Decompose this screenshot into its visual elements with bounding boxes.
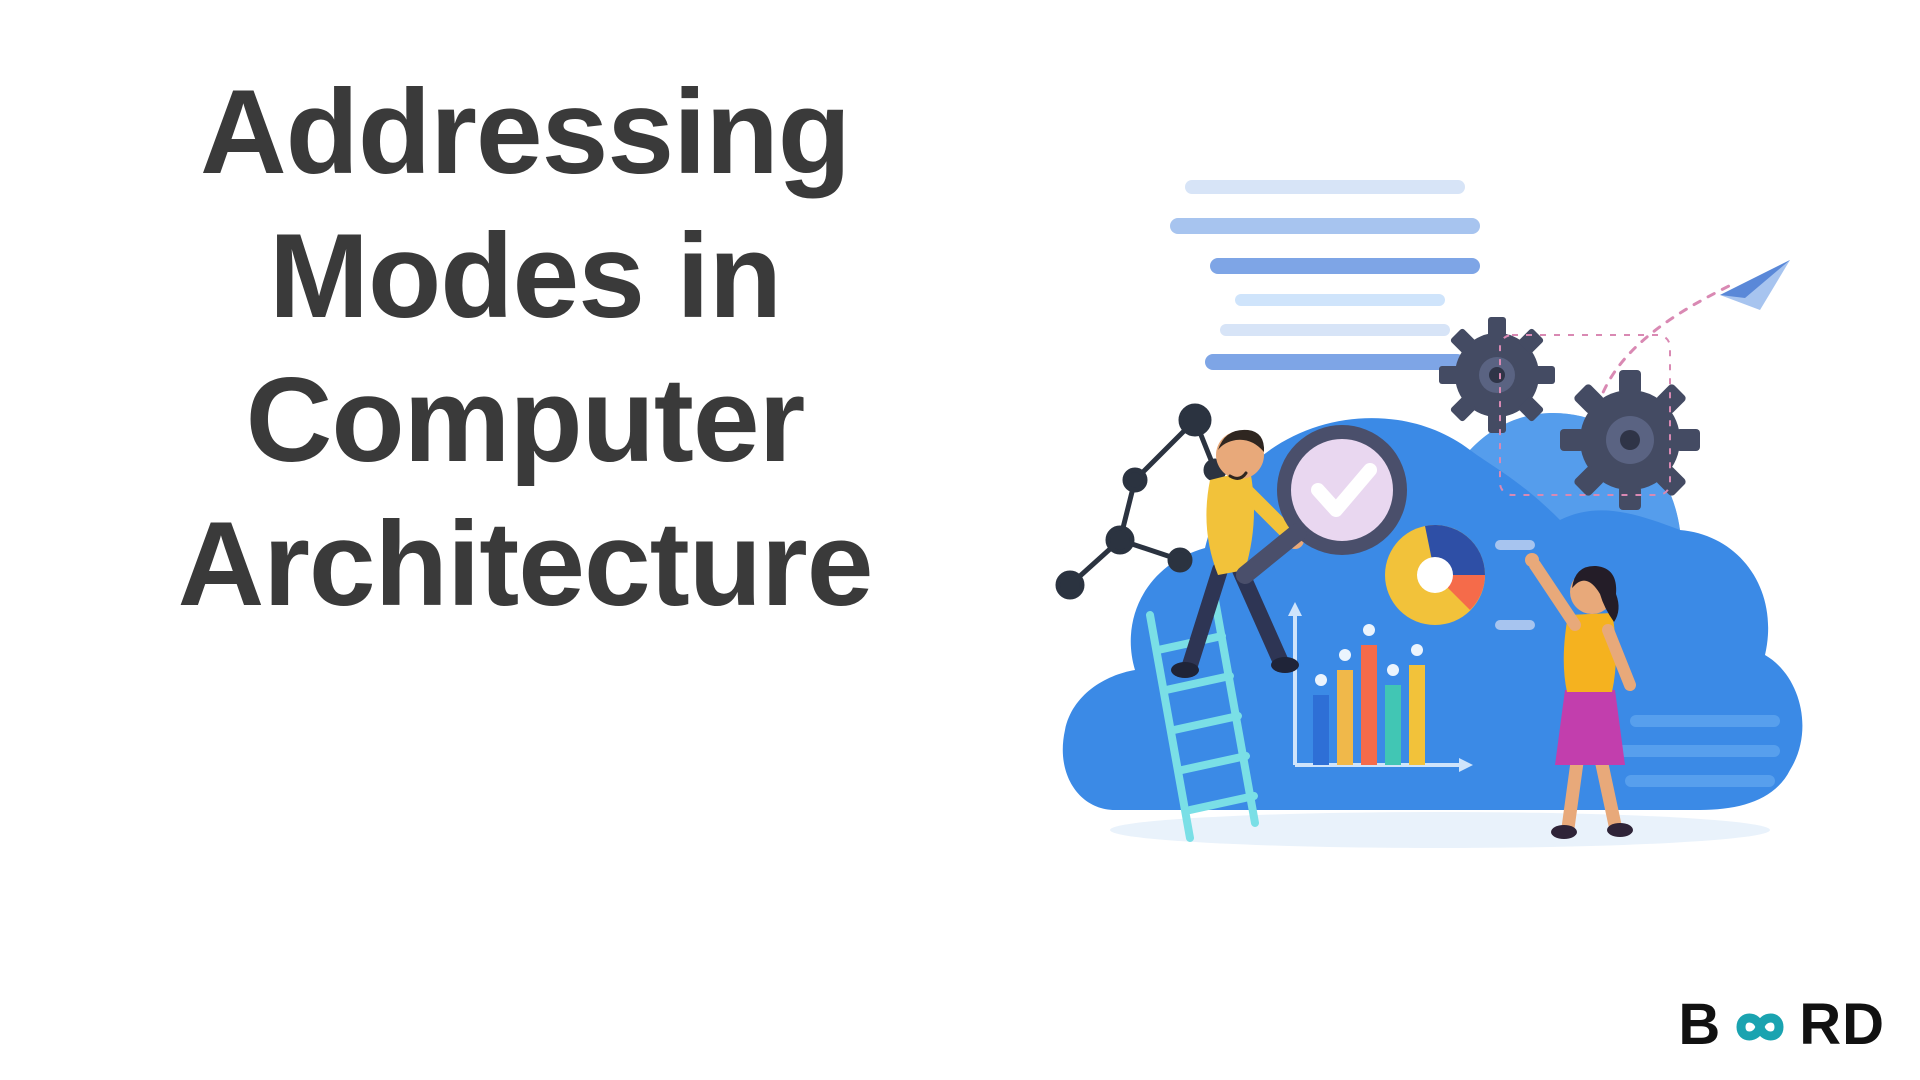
brand-logo: B RD xyxy=(1678,991,1885,1058)
text-lines-icon xyxy=(1170,180,1480,370)
cloud-icon xyxy=(1063,413,1803,848)
logo-text-left: B xyxy=(1678,991,1721,1058)
title-heading: Addressing Modes in Computer Architectur… xyxy=(125,60,925,636)
page-title: Addressing Modes in Computer Architectur… xyxy=(125,60,925,636)
gear-icon xyxy=(1560,370,1700,510)
title-line-2: Modes in xyxy=(269,209,781,343)
hero-illustration xyxy=(1040,170,1830,880)
logo-text-right: RD xyxy=(1799,991,1885,1058)
gear-icon xyxy=(1439,317,1555,433)
infinity-icon xyxy=(1723,1007,1797,1047)
title-line-3: Computer xyxy=(246,353,805,487)
title-line-1: Addressing xyxy=(200,65,850,199)
title-line-4: Architecture xyxy=(178,497,873,631)
